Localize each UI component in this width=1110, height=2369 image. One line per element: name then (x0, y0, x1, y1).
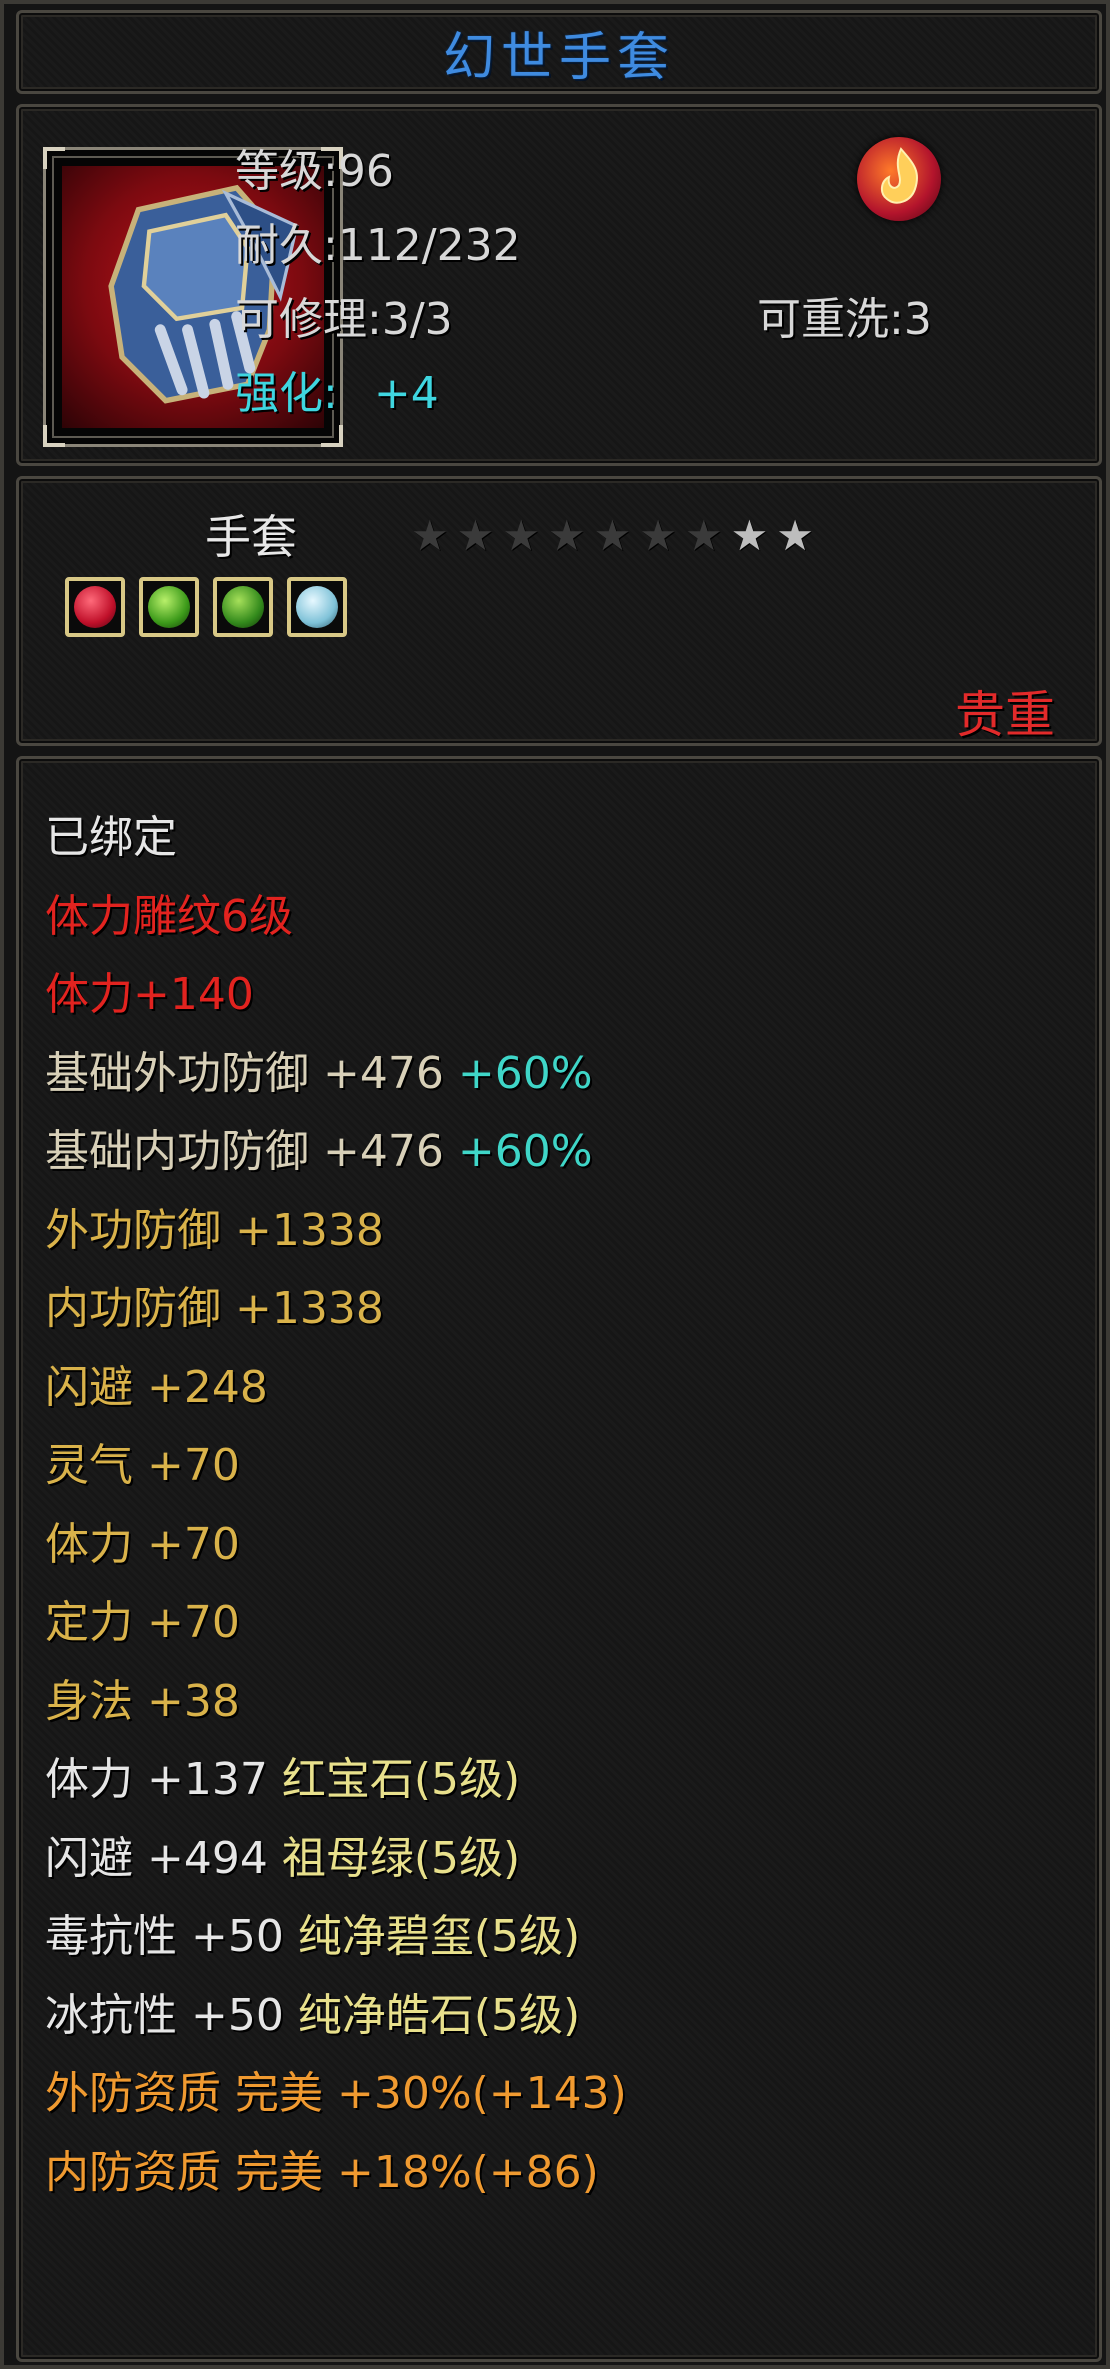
blue-gem-icon[interactable] (287, 577, 347, 637)
durability-label: 耐久:112/232 (235, 220, 521, 271)
star-icon: ★ (502, 511, 540, 560)
stat-focus: 定力 +70 (45, 1597, 240, 1648)
item-name: 幻世手套 (442, 27, 675, 88)
star-icon: ★ (730, 511, 769, 560)
stat-gem-tourmaline: 毒抗性 +50 纯净碧玺(5级) (45, 1911, 581, 1962)
star-icon: ★ (684, 511, 723, 560)
stat-gem-ruby: 体力 +137 红宝石(5级) (45, 1754, 521, 1805)
stat-spirit: 灵气 +70 (45, 1440, 240, 1491)
stats-section: 已绑定 体力雕纹6级 体力+140 基础外功防御 +476 +60% 基础内功防… (16, 756, 1102, 2362)
star-icon: ★ (639, 511, 677, 560)
stat-gem-zircon: 冰抗性 +50 纯净皓石(5级) (45, 1989, 581, 2041)
stat-stamina: 体力 +70 (45, 1518, 240, 1570)
gem-socket-row (65, 577, 347, 637)
item-type-section: 手套 ★ ★ ★ ★ ★ ★ ★ ★ ★ 贵重 (16, 476, 1102, 746)
stat-base-outer-def: 基础外功防御 +476 +60% (45, 1047, 593, 1099)
star-rating: ★ ★ ★ ★ ★ ★ ★ ★ ★ (411, 515, 814, 557)
level-label: 等级:96 (235, 146, 394, 197)
stat-inner-quality: 内防资质 完美 +18%(+86) (45, 2146, 599, 2198)
enhance-value: +4 (373, 368, 439, 419)
item-type-label: 手套 (205, 510, 297, 564)
star-icon: ★ (776, 511, 814, 560)
item-tooltip: 幻世手套 等级:96 耐久:112/232 可修理:3/3 可重洗:3 强化: … (0, 0, 1110, 2369)
stat-agility: 身法 +38 (45, 1675, 240, 1727)
portrait-corner (321, 425, 343, 447)
flame-icon (857, 137, 941, 221)
title-bar: 幻世手套 (16, 10, 1102, 94)
repairable-label: 可修理:3/3 (235, 294, 453, 345)
stat-engrave-bonus: 体力+140 (45, 969, 254, 1020)
item-header: 等级:96 耐久:112/232 可修理:3/3 可重洗:3 强化: +4 (16, 104, 1102, 466)
green-gem-icon[interactable] (213, 577, 273, 637)
star-icon: ★ (456, 511, 495, 560)
star-icon: ★ (593, 511, 632, 560)
star-icon: ★ (411, 511, 449, 560)
stat-outer-quality: 外防资质 完美 +30%(+143) (45, 2068, 627, 2119)
stat-engrave: 体力雕纹6级 (45, 890, 293, 942)
star-icon: ★ (547, 511, 586, 560)
enhance-label: 强化: (235, 368, 338, 419)
green-gem-icon[interactable] (139, 577, 199, 637)
stat-bound: 已绑定 (45, 812, 177, 863)
enhance-row: 强化: +4 (235, 357, 439, 421)
portrait-corner (43, 425, 65, 447)
red-gem-icon[interactable] (65, 577, 125, 637)
stat-list: 已绑定 体力雕纹6级 体力+140 基础外功防御 +476 +60% 基础内功防… (45, 799, 627, 2212)
stat-inner-def: 内功防御 +1338 (45, 1283, 384, 1334)
stat-outer-def: 外功防御 +1338 (45, 1204, 384, 1256)
stat-base-inner-def: 基础内功防御 +476 +60% (45, 1126, 593, 1177)
stat-dodge: 闪避 +248 (45, 1361, 268, 1413)
rewash-label: 可重洗:3 (757, 294, 932, 345)
rarity-label: 贵重 (955, 686, 1055, 744)
stat-gem-emerald: 闪避 +494 祖母绿(5级) (45, 1832, 521, 1884)
